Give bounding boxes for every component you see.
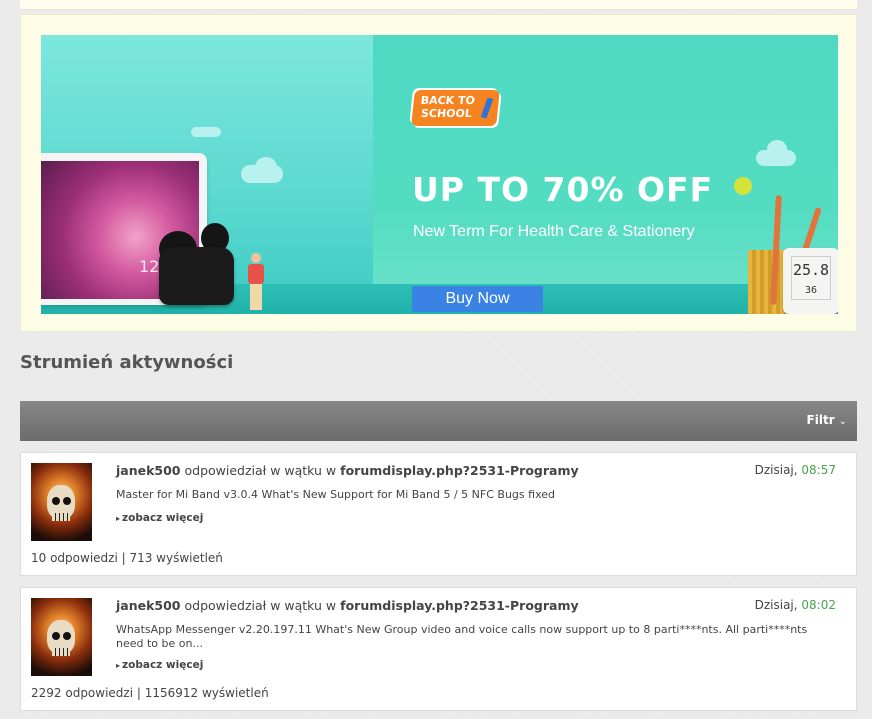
pencil-icon <box>480 97 494 119</box>
activity-excerpt: Master for Mi Band v3.0.4 What's New Sup… <box>116 488 555 501</box>
see-more-link[interactable]: ▸ zobacz więcej <box>116 659 203 671</box>
filter-bar: Filtr ⌄ <box>20 401 857 441</box>
see-more-label: zobacz więcej <box>122 659 204 671</box>
chevron-down-icon: ⌄ <box>838 416 847 427</box>
activity-stream-title: Strumień aktywności <box>20 352 234 373</box>
avatar[interactable] <box>31 598 92 676</box>
thread-link[interactable]: forumdisplay.php?2531-Programy <box>340 598 578 613</box>
thermo-humidity: 36 <box>804 285 818 296</box>
time-text: 08:57 <box>801 463 836 477</box>
filter-label: Filtr <box>806 413 835 427</box>
cloud-icon <box>767 140 787 158</box>
activity-header: janek500 odpowiedział w wątku w forumdis… <box>116 598 579 613</box>
thermo-temperature: 25.8 <box>792 261 830 279</box>
thermometer-readout: 25.8 36 <box>791 256 831 300</box>
promo-title: UP TO 70% OFF <box>412 170 714 209</box>
person-illustration <box>246 253 266 313</box>
thread-link[interactable]: forumdisplay.php?2531-Programy <box>340 463 578 478</box>
activity-excerpt: WhatsApp Messenger v2.20.197.11 What's N… <box>116 623 808 650</box>
activity-item: janek500 odpowiedział w wątku w forumdis… <box>20 587 857 711</box>
banner-container: 12 BACK TO SCHOOL UP TO 70% OFF New Term… <box>20 14 857 332</box>
caret-right-icon: ▸ <box>116 514 121 523</box>
cloud-icon <box>255 157 277 177</box>
cloud-icon <box>191 127 221 137</box>
username-link[interactable]: janek500 <box>116 598 181 613</box>
time-text: 08:02 <box>801 598 836 612</box>
activity-date: Dzisiaj, 08:02 <box>755 598 836 612</box>
username-link[interactable]: janek500 <box>116 463 181 478</box>
date-text: Dzisiaj, <box>754 598 798 612</box>
buy-now-button[interactable]: Buy Now <box>412 286 543 312</box>
activity-stats: 2292 odpowiedzi | 1156912 wyświetleń <box>31 686 269 700</box>
pencil-cup-image <box>748 250 786 314</box>
activity-action: odpowiedział w wątku w <box>184 463 337 478</box>
tennis-ball-icon <box>734 177 752 195</box>
see-more-label: zobacz więcej <box>122 512 204 524</box>
top-strip <box>20 0 857 10</box>
avatar[interactable] <box>31 463 92 541</box>
caret-right-icon: ▸ <box>116 661 121 670</box>
earbuds-case-image <box>159 247 234 305</box>
back-to-school-badge: BACK TO SCHOOL <box>411 90 500 126</box>
promo-subtitle: New Term For Health Care & Stationery <box>413 223 695 240</box>
date-text: Dzisiaj, <box>754 463 798 477</box>
thermometer-image: 25.8 36 <box>783 248 838 314</box>
see-more-link[interactable]: ▸ zobacz więcej <box>116 512 203 524</box>
activity-header: janek500 odpowiedział w wątku w forumdis… <box>116 463 579 478</box>
tablet-screen-text: 12 <box>139 257 160 276</box>
activity-action: odpowiedział w wątku w <box>184 598 337 613</box>
activity-item: janek500 odpowiedział w wątku w forumdis… <box>20 452 857 576</box>
badge-text: BACK TO SCHOOL <box>420 94 476 120</box>
filter-button[interactable]: Filtr ⌄ <box>807 413 847 427</box>
activity-stats: 10 odpowiedzi | 713 wyświetleń <box>31 551 223 565</box>
promo-banner[interactable]: 12 BACK TO SCHOOL UP TO 70% OFF New Term… <box>41 35 838 314</box>
activity-date: Dzisiaj, 08:57 <box>755 463 836 477</box>
